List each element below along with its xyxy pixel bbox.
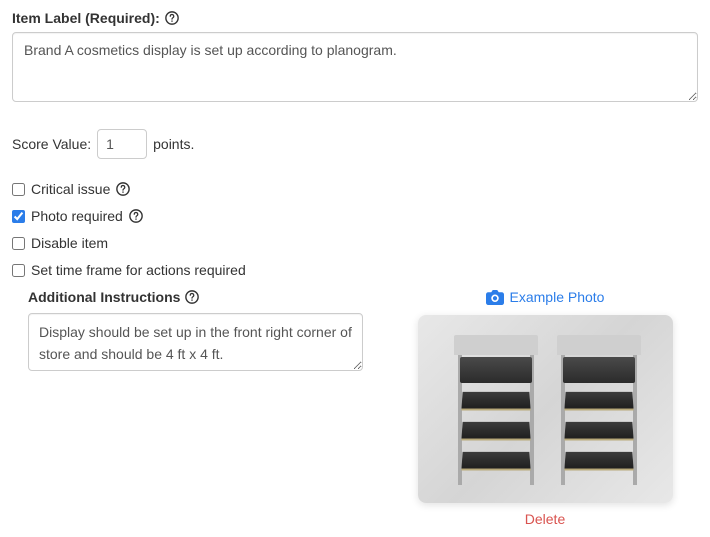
disable-item-label: Disable item <box>31 235 108 251</box>
score-input[interactable] <box>97 129 147 159</box>
camera-icon <box>486 290 504 305</box>
photo-required-label: Photo required <box>31 208 123 224</box>
score-suffix: points. <box>153 136 194 152</box>
example-photo-image[interactable] <box>418 315 673 503</box>
photo-required-checkbox[interactable] <box>12 210 25 223</box>
delete-photo-link[interactable]: Delete <box>525 511 565 527</box>
help-icon[interactable] <box>129 209 143 223</box>
timeframe-row: Set time frame for actions required <box>12 262 698 278</box>
additional-instructions-label: Additional Instructions <box>28 289 180 305</box>
item-label-heading: Item Label (Required): <box>12 10 698 26</box>
critical-issue-checkbox[interactable] <box>12 183 25 196</box>
timeframe-checkbox[interactable] <box>12 264 25 277</box>
disable-item-checkbox[interactable] <box>12 237 25 250</box>
help-icon[interactable] <box>185 290 199 304</box>
critical-issue-label: Critical issue <box>31 181 110 197</box>
score-row: Score Value: points. <box>12 129 698 159</box>
score-label: Score Value: <box>12 136 91 152</box>
help-icon[interactable] <box>165 11 179 25</box>
item-label-input[interactable] <box>12 32 698 102</box>
help-icon[interactable] <box>116 182 130 196</box>
photo-required-row: Photo required <box>12 208 698 224</box>
timeframe-label: Set time frame for actions required <box>31 262 246 278</box>
checkbox-group: Critical issue Photo required Disable it… <box>12 181 698 278</box>
item-label-text: Item Label (Required): <box>12 10 160 26</box>
example-photo-link[interactable]: Example Photo <box>486 289 605 305</box>
critical-issue-row: Critical issue <box>12 181 698 197</box>
disable-item-row: Disable item <box>12 235 698 251</box>
example-photo-label: Example Photo <box>510 289 605 305</box>
additional-instructions-section: Additional Instructions <box>12 289 352 527</box>
additional-instructions-heading: Additional Instructions <box>28 289 352 305</box>
example-photo-section: Example Photo Delete <box>392 289 698 527</box>
additional-instructions-input[interactable] <box>28 313 363 371</box>
